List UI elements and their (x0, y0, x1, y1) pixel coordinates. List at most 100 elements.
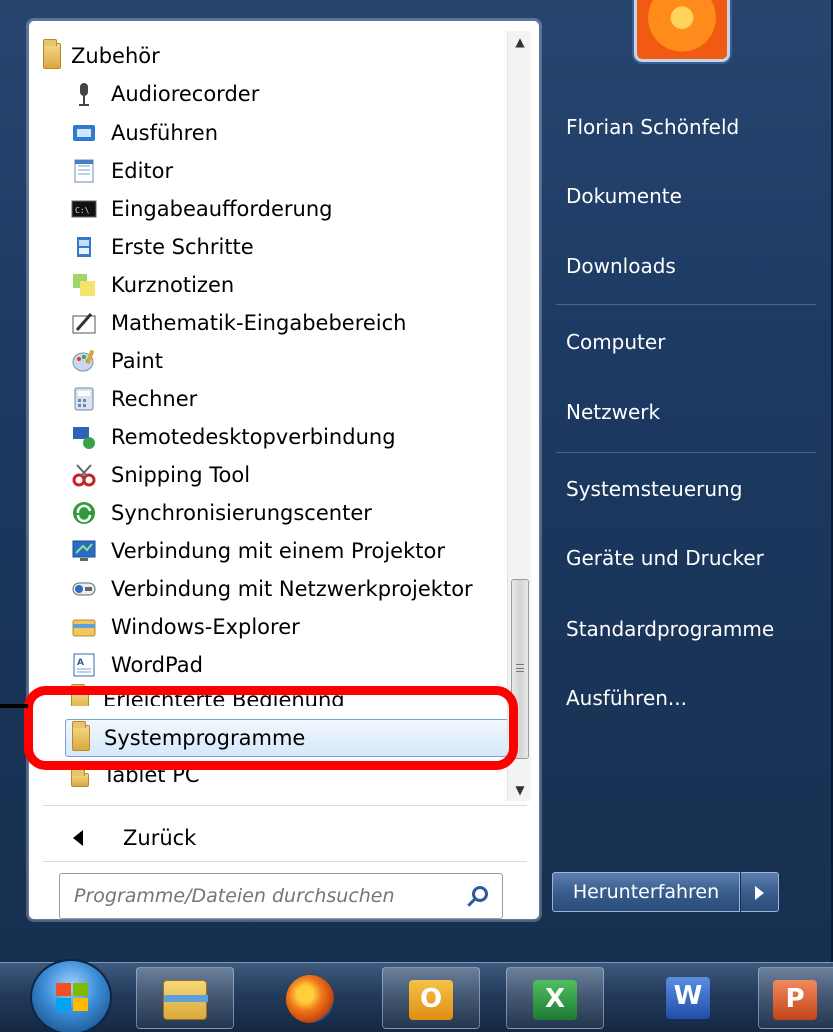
program-item-netzwerkprojektor[interactable]: Verbindung mit Netzwerkprojektor (71, 570, 507, 608)
snipping-tool-icon (71, 462, 97, 488)
divider (556, 304, 816, 305)
link-geraete-drucker[interactable]: Geräte und Drucker (566, 546, 764, 570)
link-standardprogramme[interactable]: Standardprogramme (566, 617, 774, 641)
run-icon (71, 120, 97, 146)
program-label: Mathematik-Eingabebereich (111, 311, 407, 335)
program-label: Verbindung mit Netzwerkprojektor (111, 577, 473, 601)
folder-label: Zubehör (71, 44, 160, 68)
link-netzwerk[interactable]: Netzwerk (566, 400, 660, 424)
scroll-down-arrow-icon[interactable]: ▼ (508, 779, 532, 801)
divider (556, 452, 816, 453)
explorer-icon (71, 614, 97, 640)
program-label: WordPad (111, 653, 203, 677)
link-systemsteuerung[interactable]: Systemsteuerung (566, 477, 742, 501)
paint-icon (71, 348, 97, 374)
program-item-projektor[interactable]: Verbindung mit einem Projektor (71, 532, 507, 570)
link-dokumente[interactable]: Dokumente (566, 184, 682, 208)
program-item-editor[interactable]: Editor (71, 152, 507, 190)
search-box[interactable] (59, 873, 503, 919)
program-label: Erleichterte Bedienung (103, 688, 345, 706)
program-list-scrollbar[interactable]: ▲ ▼ (507, 31, 531, 801)
back-label: Zurück (123, 826, 197, 850)
user-picture[interactable] (634, 0, 730, 62)
program-label: Kurznotizen (111, 273, 235, 297)
word-letter: W (673, 981, 703, 1011)
program-label: Paint (111, 349, 163, 373)
program-item-mathematik[interactable]: Mathematik-Eingabebereich (71, 304, 507, 342)
network-projector-icon (71, 576, 97, 602)
outlook-letter: O (419, 984, 443, 1014)
folder-systemprogramme[interactable]: Systemprogramme (65, 719, 525, 757)
program-label: Eingabeaufforderung (111, 197, 333, 221)
program-label: Tablet PC (103, 765, 200, 787)
powerpoint-icon: P (773, 980, 817, 1020)
program-label: Audiorecorder (111, 82, 260, 106)
back-arrow-icon (73, 830, 83, 846)
program-item-snipping-tool[interactable]: Snipping Tool (71, 456, 507, 494)
program-item-paint[interactable]: Paint (71, 342, 507, 380)
program-item-rechner[interactable]: Rechner (71, 380, 507, 418)
program-item-remotedesktop[interactable]: Remotedesktopverbindung (71, 418, 507, 456)
divider (43, 805, 527, 806)
program-label: Windows-Explorer (111, 615, 300, 639)
svg-text:A: A (77, 658, 84, 668)
program-label: Remotedesktopverbindung (111, 425, 396, 449)
scroll-up-arrow-icon[interactable]: ▲ (508, 31, 532, 53)
link-user[interactable]: Florian Schönfeld (566, 115, 739, 139)
program-label: Rechner (111, 387, 198, 411)
program-item-audiorecorder[interactable]: Audiorecorder (71, 75, 507, 113)
calculator-icon (71, 386, 97, 412)
link-downloads[interactable]: Downloads (566, 254, 676, 278)
program-label: Erste Schritte (111, 235, 254, 259)
getting-started-icon (71, 234, 97, 260)
notepad-icon (71, 158, 97, 184)
link-computer[interactable]: Computer (566, 330, 665, 354)
search-input[interactable] (74, 885, 454, 907)
taskbar-outlook[interactable]: O (382, 967, 480, 1029)
program-item-erste-schritte[interactable]: Erste Schritte (71, 228, 507, 266)
folder-zubehoer[interactable]: Zubehör (43, 37, 479, 75)
program-label: Verbindung mit einem Projektor (111, 539, 445, 563)
search-icon[interactable] (472, 886, 488, 902)
excel-letter: X (544, 984, 566, 1014)
program-label: Snipping Tool (111, 463, 251, 487)
program-item-synchronisierungscenter[interactable]: Synchronisierungscenter (71, 494, 507, 532)
shutdown-options-button[interactable] (741, 872, 779, 912)
program-item-eingabeaufforderung[interactable]: C:\ Eingabeaufforderung (71, 190, 507, 228)
outlook-icon: O (409, 980, 453, 1020)
cmd-icon: C:\ (71, 196, 97, 222)
program-label: Ausführen (111, 121, 219, 145)
sync-center-icon (71, 500, 97, 526)
word-icon[interactable]: W (666, 977, 710, 1019)
divider (43, 861, 527, 862)
folder-erleichterte-bedienung[interactable]: Erleichterte Bedienung (71, 684, 507, 706)
shutdown-label: Herunterfahren (572, 881, 720, 903)
remote-desktop-icon (71, 424, 97, 450)
microphone-icon (71, 81, 97, 107)
math-input-icon (71, 310, 97, 336)
callout-line (0, 704, 28, 708)
taskbar-excel[interactable]: X (506, 967, 604, 1029)
link-ausfuehren[interactable]: Ausführen... (566, 686, 687, 710)
taskbar-explorer[interactable] (136, 967, 234, 1029)
program-item-windows-explorer[interactable]: Windows-Explorer (71, 608, 507, 646)
projector-icon (71, 538, 97, 564)
folder-tablet-pc[interactable]: Tablet PC (71, 765, 507, 787)
program-label: Editor (111, 159, 174, 183)
excel-icon: X (533, 980, 577, 1020)
program-item-ausfuehren[interactable]: Ausführen (71, 114, 507, 152)
start-button[interactable] (30, 959, 112, 1032)
windows-logo-icon (56, 983, 90, 1013)
taskbar-powerpoint[interactable]: P (758, 967, 833, 1029)
svg-text:C:\: C:\ (75, 206, 90, 215)
program-item-wordpad[interactable]: A WordPad (71, 646, 507, 684)
program-label: Synchronisierungscenter (111, 501, 372, 525)
folder-icon (72, 721, 90, 751)
scroll-thumb[interactable] (511, 579, 529, 759)
program-list: Zubehör Audiorecorder Ausführen Editor C… (29, 31, 525, 801)
sticky-notes-icon (71, 272, 97, 298)
back-button[interactable]: Zurück (73, 821, 196, 855)
firefox-icon[interactable] (286, 975, 334, 1023)
shutdown-button[interactable]: Herunterfahren (552, 872, 740, 912)
program-item-kurznotizen[interactable]: Kurznotizen (71, 266, 507, 304)
